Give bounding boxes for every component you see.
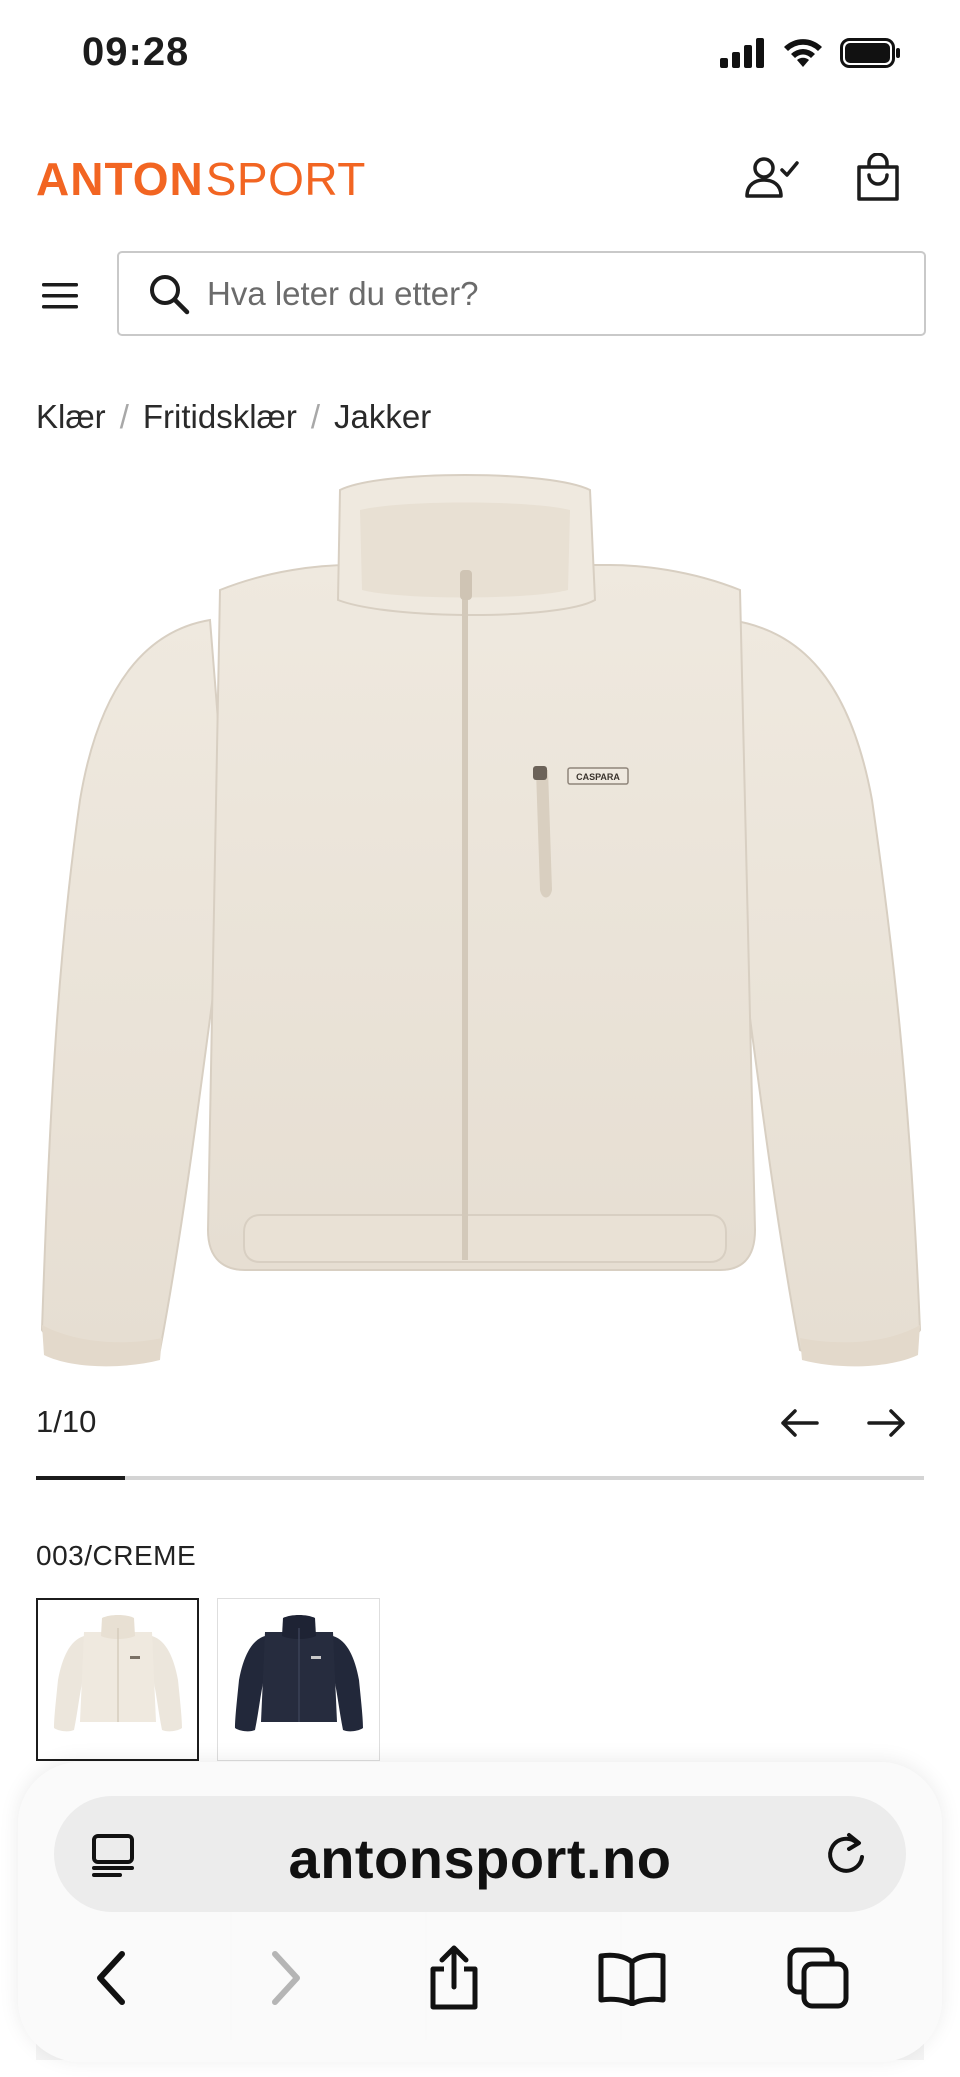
browser-back-button[interactable] (76, 1942, 148, 2014)
user-check-icon (745, 157, 799, 198)
fleece-jacket-illustration: CASPARA (40, 474, 922, 1367)
brand-logo[interactable]: ANTON SPORT (36, 152, 366, 205)
breadcrumb-separator: / (119, 398, 129, 435)
status-time: 09:28 (82, 30, 190, 74)
chevron-left-icon (97, 1951, 125, 2005)
browser-forward-button[interactable] (249, 1942, 321, 2014)
arrow-left-icon (781, 1409, 819, 1437)
jacket-tag-text: CASPARA (576, 772, 620, 782)
color-swatch-navy[interactable] (217, 1598, 380, 1761)
status-icons (720, 36, 902, 70)
account-button[interactable] (742, 148, 802, 208)
logo-secondary-text: SPORT (205, 153, 366, 205)
reload-icon[interactable] (820, 1828, 872, 1880)
color-swatch-cream[interactable] (36, 1598, 199, 1761)
cream-jacket-thumbnail (53, 1614, 182, 1731)
cart-button[interactable] (848, 148, 908, 208)
hamburger-menu-icon (42, 283, 78, 309)
breadcrumb-separator: / (310, 398, 321, 435)
previous-image-button[interactable] (774, 1398, 824, 1448)
search-field[interactable] (117, 251, 926, 336)
gallery-progress-bar (36, 1476, 924, 1480)
arrow-right-icon (867, 1409, 905, 1437)
shopping-bag-icon (857, 153, 899, 201)
search-icon (147, 272, 191, 316)
share-icon (430, 1945, 478, 2010)
gallery-counter: 1/10 (36, 1404, 97, 1439)
next-image-button[interactable] (862, 1398, 912, 1448)
battery-icon (840, 38, 900, 68)
logo-primary-text: ANTON (36, 153, 204, 205)
breadcrumb-link[interactable]: Klær (36, 398, 106, 436)
address-bar[interactable]: antonsport.no (54, 1796, 906, 1912)
search-input[interactable] (207, 274, 887, 313)
wifi-icon (784, 39, 822, 67)
cellular-signal-icon (720, 38, 764, 68)
product-image[interactable]: CASPARA (20, 470, 940, 1390)
bookmarks-button[interactable] (596, 1942, 668, 2014)
gallery-progress-fill (36, 1476, 125, 1480)
url-text: antonsport.no (288, 1827, 672, 1890)
menu-button[interactable] (36, 272, 84, 320)
book-icon (598, 1952, 666, 2006)
browser-toolbar: antonsport.no (18, 1762, 942, 2062)
share-button[interactable] (418, 1942, 490, 2014)
tabs-icon (787, 1947, 849, 2009)
chevron-right-icon (272, 1951, 300, 2005)
tabs-button[interactable] (782, 1942, 854, 2014)
navy-jacket-thumbnail (234, 1614, 363, 1731)
breadcrumb-link[interactable]: Fritidsklær (143, 398, 297, 436)
breadcrumb-link[interactable]: Jakker (334, 398, 431, 436)
status-bar: 09:28 (0, 0, 960, 110)
breadcrumb: Klær / Fritidsklær / Jakker (36, 398, 431, 436)
selected-color-label: 003/CREME (36, 1540, 197, 1571)
